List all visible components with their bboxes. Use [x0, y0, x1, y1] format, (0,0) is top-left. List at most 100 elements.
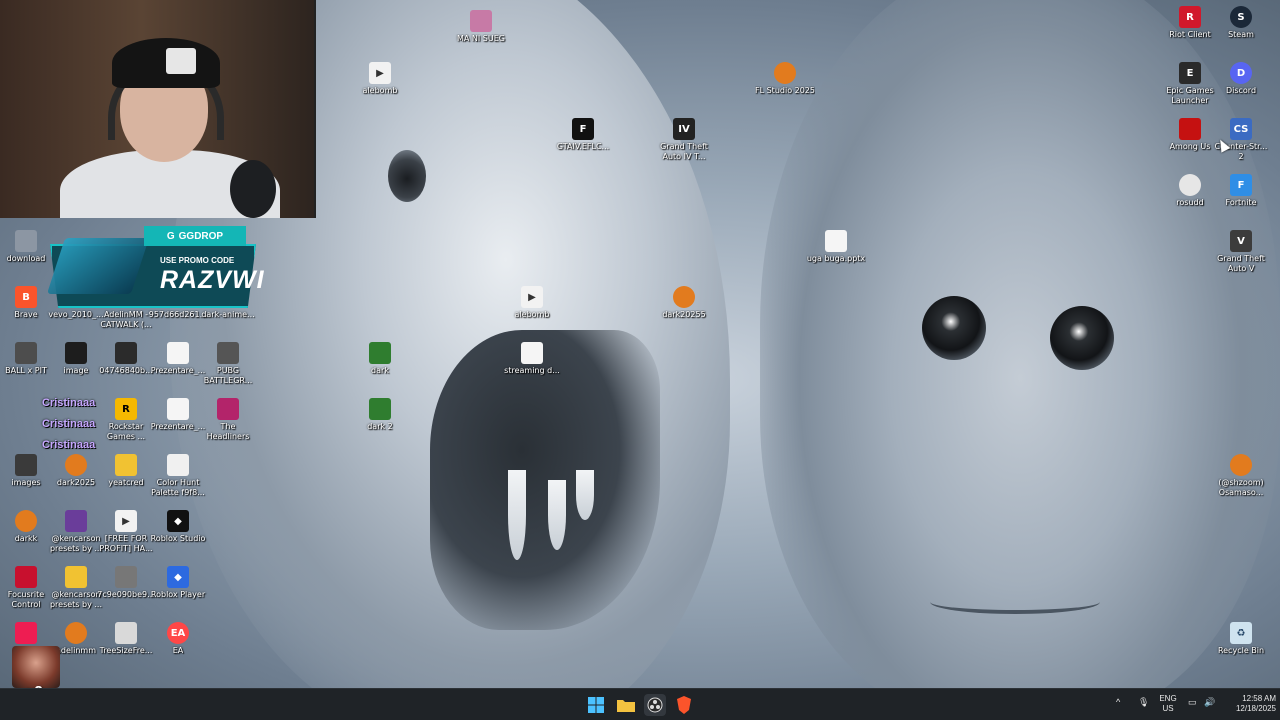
desktop-icon-free-for-profit[interactable]: ▶ [FREE FOR PROFIT] HA...: [96, 510, 156, 554]
start-button[interactable]: [585, 694, 607, 716]
desktop-icon-roblox-studio[interactable]: ◆ Roblox Studio: [148, 510, 208, 544]
image-icon: [369, 342, 391, 364]
chat-message: Cristinaaa: [42, 439, 96, 451]
desktop-icon-alebomb-2[interactable]: ▶ alebomb: [502, 286, 562, 320]
desktop-icon-ea[interactable]: EA EA: [148, 622, 208, 656]
desktop-icon-dark-2[interactable]: dark 2: [350, 398, 410, 432]
ggdrop-logo-icon: G: [166, 230, 175, 242]
recycle-bin-icon: ♻: [1230, 622, 1252, 644]
desktop-icon-color-hunt[interactable]: Color Hunt Palette f9f8...: [148, 454, 208, 498]
desktop-icon-gta4[interactable]: IV Grand Theft Auto IV T...: [654, 118, 714, 162]
desktop-icon-pubg[interactable]: PUBG BATTLEGR...: [198, 342, 258, 386]
fl-studio-icon: [673, 286, 695, 308]
desktop-icon-streaming[interactable]: streaming d...: [502, 342, 562, 376]
fl-studio-icon: [15, 510, 37, 532]
image-icon: [167, 454, 189, 476]
wallpaper-ape-eye: [1050, 306, 1114, 370]
fl-studio-icon: [65, 454, 87, 476]
wallpaper-fang: [576, 470, 594, 520]
riot-client-icon: R: [1179, 6, 1201, 28]
chat-message: Cristinaaa: [42, 418, 96, 430]
desktop-icon-download[interactable]: download: [0, 230, 56, 264]
tray-language[interactable]: ENG US: [1156, 694, 1180, 714]
tray-network-icon[interactable]: ▭: [1188, 697, 1197, 708]
image-icon: [115, 566, 137, 588]
wallpaper-ape-mouth: [930, 590, 1100, 614]
promo-line: USE PROMO CODE: [160, 256, 235, 265]
gta4-icon: IV: [673, 118, 695, 140]
pubg-icon: [217, 342, 239, 364]
desktop-icon-7c9e[interactable]: 7c9e090be9...: [96, 566, 156, 600]
taskbar-obs[interactable]: [644, 694, 666, 716]
wallpaper-fang: [548, 480, 566, 550]
fl-studio-icon: [774, 62, 796, 84]
desktop-icon-steam[interactable]: S Steam: [1211, 6, 1271, 40]
fl-studio-icon: [1230, 454, 1252, 476]
taskbar-file-explorer[interactable]: [615, 694, 637, 716]
obs-icon: [647, 697, 663, 713]
wallpaper-ape-eye: [922, 296, 986, 360]
among-us-icon: [1179, 118, 1201, 140]
desktop-icon-dark[interactable]: dark: [350, 342, 410, 376]
tray-clock[interactable]: 12:58 AM 12/18/2025: [1224, 694, 1276, 714]
desktop-icon-rockstar[interactable]: R Rockstar Games ...: [96, 398, 156, 442]
app-icon: [1179, 174, 1201, 196]
overlay-avatar: [12, 646, 60, 688]
desktop-icon-dark20255[interactable]: dark20255: [654, 286, 714, 320]
desktop-icon-the-headliners[interactable]: The Headliners: [198, 398, 258, 442]
folder-icon: [617, 700, 635, 712]
image-icon: [115, 342, 137, 364]
image-icon: [470, 10, 492, 32]
document-icon: [167, 342, 189, 364]
roblox-player-icon: ◆: [167, 566, 189, 588]
desktop-icon-04746[interactable]: 04746840b...: [96, 342, 156, 376]
desktop-icon-shzoom[interactable]: (@shzoom) Osamaso...: [1211, 454, 1271, 498]
brave-icon: [677, 696, 691, 714]
fortnite-icon: F: [1230, 174, 1252, 196]
chat-message: Cristinaaa: [42, 397, 96, 409]
ea-icon: EA: [167, 622, 189, 644]
desktop-icon-fl-studio[interactable]: FL Studio 2025: [755, 62, 815, 96]
desktop-icon-gta5[interactable]: V Grand Theft Auto V: [1211, 230, 1271, 274]
video-file-icon: ▶: [521, 286, 543, 308]
roblox-studio-icon: ◆: [167, 510, 189, 532]
promo-code: RAZVWI: [160, 266, 265, 294]
desktop-icon-discord[interactable]: D Discord: [1211, 62, 1271, 96]
archive-icon: [65, 510, 87, 532]
tray-microphone-icon[interactable]: 🎙: [1138, 697, 1149, 708]
cap-logo-icon: [166, 48, 196, 74]
folder-icon: [115, 454, 137, 476]
focusrite-icon: [15, 566, 37, 588]
desktop-icon-alebomb[interactable]: ▶ alebomb: [350, 62, 410, 96]
desktop-icon-fortnite[interactable]: F Fortnite: [1211, 174, 1271, 208]
desktop-icon-treesize[interactable]: TreeSizeFre...: [96, 622, 156, 656]
wallpaper-fang: [508, 470, 526, 560]
image-icon: [15, 230, 37, 252]
desktop-icon-gtaiv-eflc[interactable]: F GTAIV.EFLC...: [553, 118, 613, 152]
image-icon: [65, 342, 87, 364]
desktop-icon-yeatcred[interactable]: yeatcred: [96, 454, 156, 488]
image-icon: [369, 398, 391, 420]
taskbar-brave[interactable]: [673, 694, 695, 716]
video-file-icon: ▶: [369, 62, 391, 84]
game-icon: [217, 398, 239, 420]
document-icon: [521, 342, 543, 364]
desktop-icon-recycle-bin[interactable]: ♻ Recycle Bin: [1211, 622, 1271, 656]
desktop-icon-ma-ni-sueg[interactable]: MA NI SUEG: [451, 10, 511, 44]
counter-strike-icon: CS: [1230, 118, 1252, 140]
desktop-icon-roblox-player[interactable]: ◆ Roblox Player: [148, 566, 208, 600]
webcam-microphone: [230, 160, 276, 218]
desktop-icon-uga-buga[interactable]: uga buga.pptx: [806, 230, 866, 264]
video-file-icon: ▶: [115, 510, 137, 532]
treesize-icon: [115, 622, 137, 644]
steam-icon: S: [1230, 6, 1252, 28]
game-icon: [15, 342, 37, 364]
gta5-icon: V: [1230, 230, 1252, 252]
wallpaper-tiger-eye: [388, 150, 426, 202]
tray-chevron-up-icon[interactable]: ^: [1116, 697, 1120, 707]
taskbar: ^ 🎙 ENG US ▭ 🔊 12:58 AM 12/18/2025: [0, 688, 1280, 720]
discord-icon: D: [1230, 62, 1252, 84]
document-icon: [167, 398, 189, 420]
tray-volume-icon[interactable]: 🔊: [1204, 697, 1215, 708]
tiktok-icon: [15, 622, 37, 644]
